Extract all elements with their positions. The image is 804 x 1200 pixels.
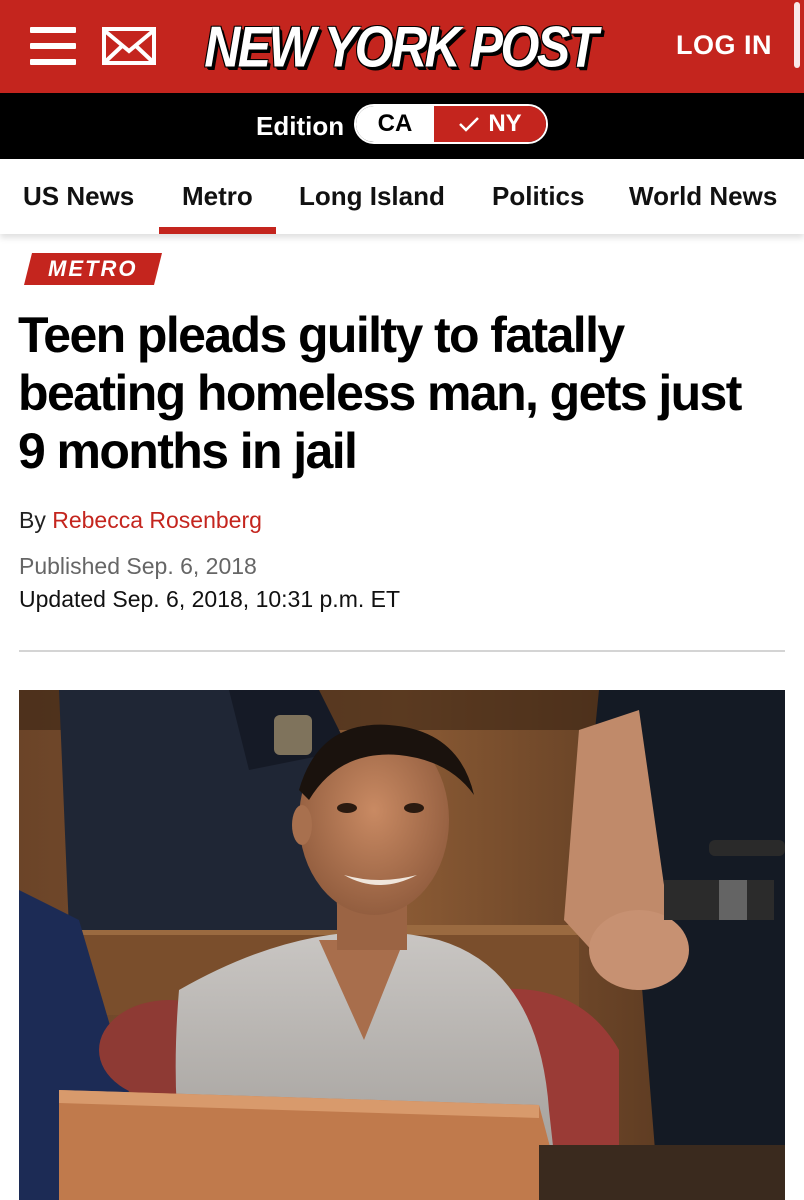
active-section-indicator (159, 227, 276, 234)
section-tag[interactable]: METRO (24, 253, 162, 285)
edition-label: Edition (256, 111, 345, 141)
edition-option-label: CA (377, 110, 413, 137)
edition-option-label: NY (488, 110, 522, 137)
nav-item-metro[interactable]: Metro (182, 181, 253, 212)
scrollbar[interactable] (794, 2, 800, 68)
published-date: Published Sep. 6, 2018 (19, 553, 257, 579)
author-link[interactable]: Rebecca Rosenberg (52, 507, 262, 533)
edition-toggle: CA NY (354, 104, 548, 144)
courtroom-photo-illustration (19, 690, 785, 1200)
nav-item-world-news[interactable]: World News (629, 181, 777, 212)
byline: By Rebecca Rosenberg (19, 507, 262, 534)
checkmark-icon (459, 117, 480, 132)
site-header: NEW YORK POST LOG IN (0, 0, 804, 93)
edition-bar: Edition CA NY (0, 93, 804, 159)
byline-prefix: By (19, 507, 46, 533)
site-logo[interactable]: NEW YORK POST (204, 14, 598, 80)
divider (19, 650, 785, 652)
envelope-icon[interactable] (102, 27, 156, 65)
edition-option-ca[interactable]: CA (356, 106, 434, 142)
section-nav: US News Metro Long Island Politics World… (0, 159, 804, 234)
hamburger-menu-icon[interactable] (30, 27, 76, 65)
edition-option-ny[interactable]: NY (434, 106, 546, 142)
nav-item-us-news[interactable]: US News (23, 181, 134, 212)
article-photo (19, 690, 785, 1200)
updated-date: Updated Sep. 6, 2018, 10:31 p.m. ET (19, 586, 401, 612)
article-headline: Teen pleads guilty to fatally beating ho… (18, 307, 742, 479)
login-button[interactable]: LOG IN (676, 30, 772, 61)
logo-text: NEW YORK POST (204, 14, 598, 80)
nav-item-politics[interactable]: Politics (492, 181, 584, 212)
section-tag-label: METRO (48, 256, 138, 281)
nav-item-long-island[interactable]: Long Island (299, 181, 445, 212)
